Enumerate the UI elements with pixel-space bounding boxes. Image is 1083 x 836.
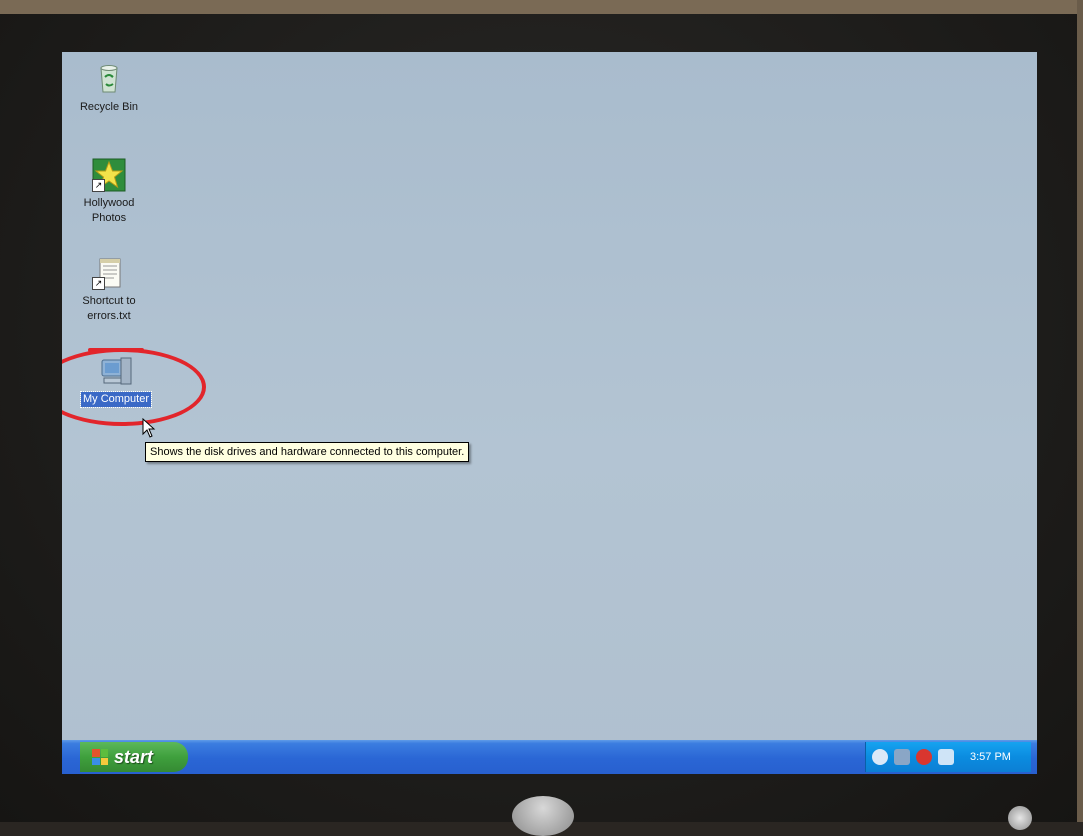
- star-photo-icon: ↗: [92, 158, 126, 192]
- network-disconnected-icon[interactable]: [894, 749, 910, 765]
- security-shield-icon[interactable]: [916, 749, 932, 765]
- system-tray: 3:57 PM: [865, 742, 1031, 772]
- computer-icon: [99, 354, 133, 388]
- errors-txt-label: Shortcut to errors.txt: [82, 295, 136, 322]
- start-label: start: [114, 746, 154, 767]
- mouse-cursor: [142, 417, 156, 443]
- shortcut-arrow-icon: ↗: [92, 179, 105, 192]
- chevron-left-icon[interactable]: [872, 749, 888, 765]
- taskbar: start 3:57 PM: [62, 740, 1037, 774]
- recycle-bin-label: Recycle Bin: [79, 101, 139, 113]
- tooltip: Shows the disk drives and hardware conne…: [145, 442, 470, 462]
- my-computer-label: My Computer: [79, 391, 153, 408]
- desktop-icon-errors-txt[interactable]: ↗ Shortcut to errors.txt: [67, 256, 151, 324]
- monitor-icon[interactable]: [938, 749, 954, 765]
- clock[interactable]: 3:57 PM: [970, 751, 1011, 763]
- desktop-icon-hollywood-photos[interactable]: ↗ Hollywood Photos: [67, 158, 151, 226]
- windows-logo-icon: [92, 749, 108, 765]
- start-button[interactable]: start: [80, 742, 188, 772]
- desktop-icon-recycle-bin[interactable]: Recycle Bin: [67, 62, 151, 115]
- background-wall-right: [1077, 0, 1083, 822]
- hollywood-photos-label: Hollywood Photos: [83, 197, 135, 224]
- background-wall: [0, 0, 1083, 14]
- text-file-icon: ↗: [92, 256, 126, 290]
- power-button-icon: [1008, 806, 1032, 830]
- recycle-bin-icon: [92, 62, 126, 96]
- shortcut-arrow-icon: ↗: [92, 277, 105, 290]
- desktop-screen[interactable]: Recycle Bin ↗ Hollywood Photos ↗ Shortcu: [62, 52, 1037, 774]
- monitor-stand-button: [512, 796, 574, 836]
- desktop-icon-my-computer[interactable]: My Computer: [74, 354, 158, 408]
